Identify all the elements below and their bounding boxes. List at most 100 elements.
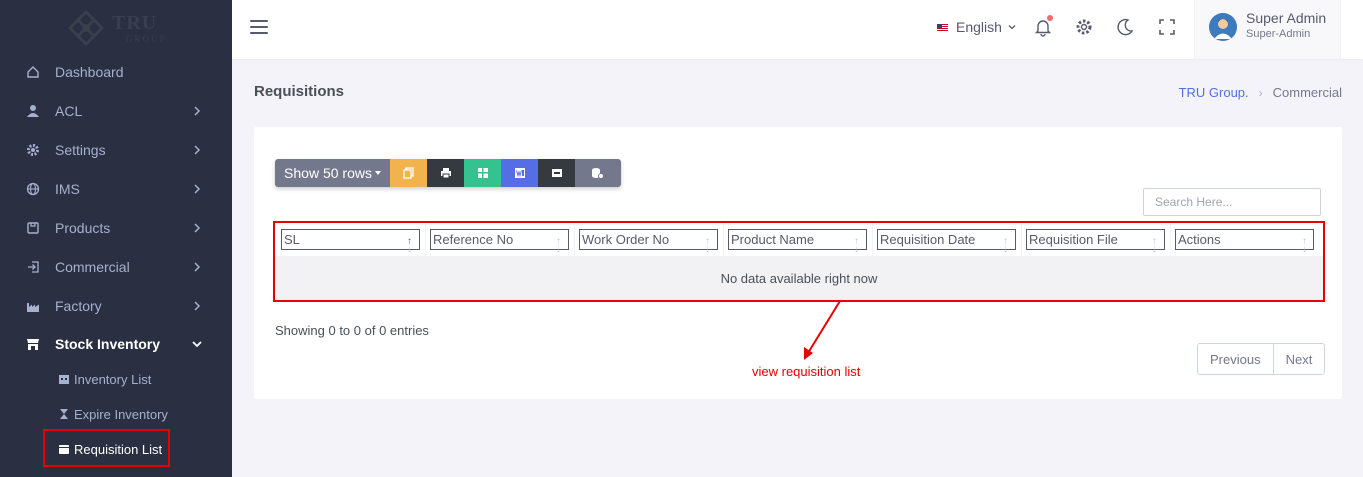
sort-icon: ↑ ↓ (854, 236, 859, 255)
pdf-icon (551, 169, 562, 177)
menu-toggle-icon[interactable] (250, 20, 268, 34)
globe-icon (25, 181, 41, 197)
breadcrumb-separator-icon: › (1258, 85, 1263, 100)
copy-icon (402, 167, 414, 179)
sidebar-item-dashboard[interactable]: Dashboard (0, 52, 232, 91)
sidebar-item-label: Settings (55, 141, 106, 158)
column-filter-product-name[interactable]: Product Name (728, 229, 867, 250)
chevron-right-icon (194, 105, 201, 116)
more-options-button[interactable] (575, 159, 621, 187)
gear-icon (25, 142, 41, 158)
copy-button[interactable] (390, 159, 427, 187)
column-filter-requisition-file[interactable]: Requisition File (1026, 229, 1165, 250)
breadcrumb-current: Commercial (1272, 85, 1342, 100)
column-filter-reference-no[interactable]: Reference No (430, 229, 569, 250)
us-flag-icon (937, 23, 948, 31)
moon-icon[interactable] (1114, 16, 1136, 38)
notification-badge (1047, 15, 1053, 21)
factory-icon (25, 298, 41, 314)
next-page-button[interactable]: Next (1272, 344, 1325, 374)
chevron-down-icon (192, 340, 202, 347)
sort-icon: ↑ ↓ (1302, 236, 1307, 255)
sidebar-item-settings[interactable]: Settings (0, 130, 232, 169)
column-header-sl[interactable]: SL ↑ ↓ (277, 223, 426, 256)
requisitions-table: SL ↑ ↓ Reference No ↑ ↓ Work Order No ↑ ↓ P… (273, 221, 1325, 302)
search-input[interactable] (1143, 188, 1321, 216)
column-header-reference-no[interactable]: Reference No ↑ ↓ (426, 223, 575, 256)
column-filter-actions[interactable]: Actions (1175, 229, 1314, 250)
avatar (1209, 13, 1237, 41)
sidebar-item-label: Factory (55, 297, 102, 314)
sidebar-item-label: Products (55, 219, 111, 236)
show-rows-label: Show 50 rows (284, 165, 372, 181)
user-menu[interactable]: Super Admin Super-Admin (1194, 0, 1341, 59)
user-icon (25, 103, 41, 119)
pdf-export-button[interactable] (538, 159, 575, 187)
breadcrumb-link[interactable]: TRU Group. (1179, 85, 1249, 100)
sidebar-item-commercial[interactable]: Commercial (0, 247, 232, 286)
column-header-work-order-no[interactable]: Work Order No ↑ ↓ (575, 223, 724, 256)
chevron-right-icon (194, 261, 201, 272)
column-filter-requisition-date[interactable]: Requisition Date (877, 229, 1016, 250)
database-icon (592, 168, 604, 179)
store-icon (25, 336, 41, 352)
column-header-requisition-date[interactable]: Requisition Date ↑ ↓ (873, 223, 1022, 256)
sort-icon: ↑ ↓ (556, 236, 561, 255)
sidebar-item-label: Stock Inventory (55, 335, 161, 352)
topbar: English Super Admin Super-Admin (232, 0, 1363, 59)
home-icon (25, 64, 41, 80)
sidebar-item-factory[interactable]: Factory (0, 286, 232, 325)
brand-logo[interactable]: TRU GROUP (68, 8, 168, 48)
sort-icon: ↑ ↓ (1003, 236, 1008, 255)
sidebar-subitem-expire-inventory[interactable]: Expire Inventory (58, 399, 168, 429)
chevron-right-icon (194, 222, 201, 233)
column-filter-work-order-no[interactable]: Work Order No (579, 229, 718, 250)
sidebar-item-acl[interactable]: ACL (0, 91, 232, 130)
column-header-requisition-file[interactable]: Requisition File ↑ ↓ (1022, 223, 1171, 256)
sidebar-item-products[interactable]: Products (0, 208, 232, 247)
sign-in-icon (25, 259, 41, 275)
table-toolbar: Show 50 rows (275, 159, 621, 187)
print-icon (440, 168, 451, 179)
fullscreen-icon[interactable] (1156, 16, 1178, 38)
empty-table-message: No data available right now (275, 256, 1323, 300)
sidebar-item-label: Commercial (55, 258, 130, 275)
word-export-button[interactable] (501, 159, 538, 187)
sidebar-subitem-inventory-list[interactable]: Inventory List (58, 364, 151, 394)
sidebar-item-ims[interactable]: IMS (0, 169, 232, 208)
logo-mark-icon (68, 10, 104, 46)
gear-icon[interactable] (1073, 16, 1095, 38)
entries-info: Showing 0 to 0 of 0 entries (275, 323, 429, 338)
language-label: English (956, 19, 1002, 35)
user-name: Super Admin (1246, 10, 1327, 26)
chevron-down-icon (1008, 25, 1016, 30)
sidebar-subitem-label: Inventory List (74, 371, 152, 387)
print-button[interactable] (427, 159, 464, 187)
hourglass-icon (58, 408, 70, 420)
column-header-actions[interactable]: Actions ↑ ↓ (1171, 223, 1320, 256)
caret-down-icon (374, 171, 381, 175)
requisitions-card: Show 50 rows SL ↑↓ (254, 127, 1342, 399)
table-header: SL ↑ ↓ Reference No ↑ ↓ Work Order No ↑ ↓ P… (275, 223, 1323, 256)
calendar-icon (58, 373, 70, 385)
column-header-product-name[interactable]: Product Name ↑ ↓ (724, 223, 873, 256)
language-selector[interactable]: English (937, 19, 1017, 35)
pagination: Previous Next (1197, 343, 1326, 375)
sidebar-item-label: ACL (55, 102, 83, 119)
sidebar-subitem-label: Expire Inventory (74, 406, 168, 422)
sort-icon: ↑ ↓ (1152, 236, 1157, 255)
brand-subtitle: GROUP (126, 34, 167, 44)
sidebar-item-stock-inventory[interactable]: Stock Inventory (0, 324, 232, 363)
sidebar-item-label: IMS (55, 180, 80, 197)
previous-page-button[interactable]: Previous (1198, 344, 1273, 374)
show-rows-button[interactable]: Show 50 rows (275, 159, 390, 187)
annotation-label: view requisition list (752, 364, 861, 379)
page-title: Requisitions (254, 83, 345, 100)
excel-export-button[interactable] (464, 159, 501, 187)
word-icon (514, 168, 525, 178)
user-role: Super-Admin (1246, 28, 1311, 40)
column-filter-sl[interactable]: SL (281, 229, 420, 250)
chevron-right-icon (194, 144, 201, 155)
excel-icon (477, 168, 488, 178)
breadcrumb: TRU Group. › Commercial (1179, 85, 1342, 100)
